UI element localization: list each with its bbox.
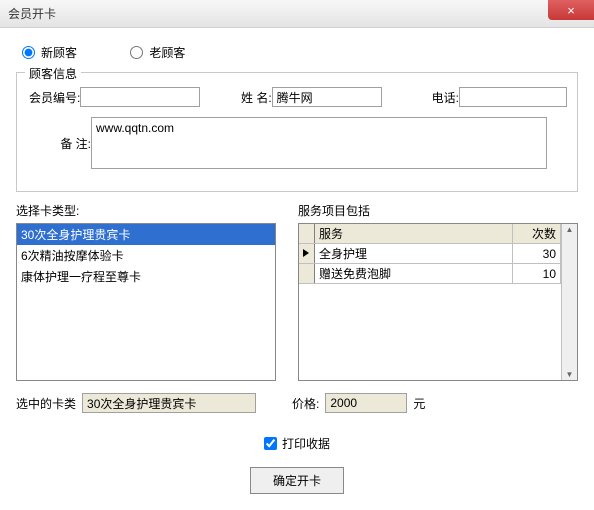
- bottom-row: 选中的卡类 价格: 元: [16, 393, 578, 413]
- radio-new-label: 新顾客: [41, 44, 77, 61]
- radio-new-customer[interactable]: 新顾客: [22, 44, 77, 61]
- print-receipt-checkbox[interactable]: 打印收据: [264, 435, 330, 452]
- list-item[interactable]: 30次全身护理贵宾卡: [17, 224, 275, 245]
- titlebar: 会员开卡 ×: [0, 0, 594, 28]
- services-table: 服务 次数 全身护理 30 赠送免费泡脚 10: [298, 223, 578, 381]
- col-service: 服务: [315, 224, 513, 243]
- window-title: 会员开卡: [8, 5, 56, 22]
- service-name: 全身护理: [315, 244, 513, 263]
- services-header: 服务项目包括: [298, 202, 578, 219]
- radio-old-label: 老顾客: [149, 44, 185, 61]
- selected-card-label: 选中的卡类: [16, 395, 76, 412]
- customer-legend: 顾客信息: [25, 65, 81, 82]
- price-unit: 元: [413, 395, 425, 412]
- row-indicator-icon: [299, 264, 315, 283]
- list-item[interactable]: 康体护理一疗程至尊卡: [17, 266, 275, 287]
- print-label: 打印收据: [282, 435, 330, 452]
- card-type-column: 选择卡类型: 30次全身护理贵宾卡 6次精油按摩体验卡 康体护理一疗程至尊卡: [16, 202, 276, 381]
- remark-label: 备 注:: [27, 135, 91, 152]
- price-label: 价格:: [292, 395, 319, 412]
- radio-old-input[interactable]: [130, 46, 143, 59]
- content-area: 新顾客 老顾客 顾客信息 会员编号: 姓 名: 电话: 备 注: 选择卡类型: …: [0, 28, 594, 504]
- print-row: 打印收据: [16, 435, 578, 453]
- name-input[interactable]: [272, 87, 382, 107]
- close-icon: ×: [567, 3, 575, 18]
- customer-row-2: 备 注:: [27, 117, 567, 169]
- name-label: 姓 名:: [218, 89, 271, 106]
- card-type-listbox[interactable]: 30次全身护理贵宾卡 6次精油按摩体验卡 康体护理一疗程至尊卡: [16, 223, 276, 381]
- service-name: 赠送免费泡脚: [315, 264, 513, 283]
- radio-old-customer[interactable]: 老顾客: [130, 44, 185, 61]
- phone-input[interactable]: [459, 87, 567, 107]
- list-item[interactable]: 6次精油按摩体验卡: [17, 245, 275, 266]
- close-button[interactable]: ×: [548, 0, 594, 20]
- customer-fieldset: 顾客信息 会员编号: 姓 名: 电话: 备 注:: [16, 72, 578, 192]
- radio-new-input[interactable]: [22, 46, 35, 59]
- service-count: 30: [513, 244, 561, 263]
- print-checkbox-input[interactable]: [264, 437, 277, 450]
- confirm-button[interactable]: 确定开卡: [250, 467, 344, 494]
- member-id-label: 会员编号:: [27, 89, 80, 106]
- scrollbar[interactable]: [561, 224, 577, 380]
- customer-type-row: 新顾客 老顾客: [16, 38, 578, 72]
- dual-columns: 选择卡类型: 30次全身护理贵宾卡 6次精油按摩体验卡 康体护理一疗程至尊卡 服…: [16, 202, 578, 381]
- remark-input[interactable]: [91, 117, 547, 169]
- confirm-row: 确定开卡: [16, 467, 578, 494]
- table-row[interactable]: 全身护理 30: [299, 244, 561, 264]
- service-count: 10: [513, 264, 561, 283]
- phone-label: 电话:: [406, 89, 459, 106]
- card-type-header: 选择卡类型:: [16, 202, 276, 219]
- price-input: [325, 393, 407, 413]
- row-indicator-icon: [299, 244, 315, 263]
- selected-card-input: [82, 393, 256, 413]
- row-header-blank: [299, 224, 315, 243]
- customer-row-1: 会员编号: 姓 名: 电话:: [27, 87, 567, 107]
- services-column: 服务项目包括 服务 次数 全身护理 30 赠送免费泡脚: [298, 202, 578, 381]
- member-id-input[interactable]: [80, 87, 200, 107]
- table-row[interactable]: 赠送免费泡脚 10: [299, 264, 561, 284]
- col-count: 次数: [513, 224, 561, 243]
- table-header-row: 服务 次数: [299, 224, 561, 244]
